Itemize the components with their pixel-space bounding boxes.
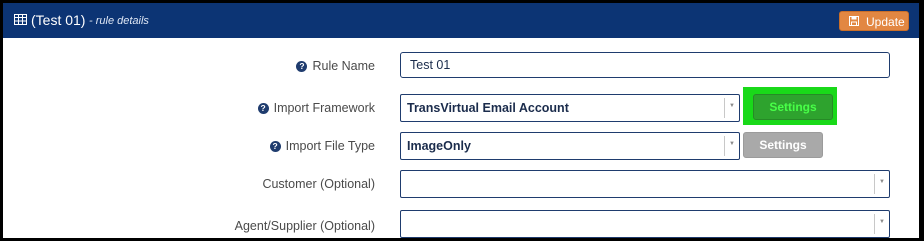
chevron-down-icon[interactable]: ▼ [729,141,735,147]
import-file-type-settings-button[interactable]: Settings [743,132,823,158]
import-framework-select[interactable]: TransVirtual Email Account ▼ [400,94,740,122]
table-icon [14,14,27,25]
chevron-down-icon[interactable]: ▼ [879,219,885,225]
import-file-type-label: ? Import File Type [269,139,375,153]
import-framework-label-text: Import Framework [273,101,375,115]
question-circle-icon[interactable]: ? [296,60,308,72]
rule-name-label-text: Rule Name [312,59,375,73]
page-subtitle: - rule details [89,15,149,27]
page-title: (Test 01) [31,12,86,28]
chevron-down-icon[interactable]: ▼ [879,179,885,185]
question-circle-icon[interactable]: ? [257,102,269,114]
update-button[interactable]: Update [839,11,909,31]
question-circle-icon[interactable]: ? [269,140,281,152]
import-framework-settings-button[interactable]: Settings [753,94,833,120]
rule-name-input[interactable]: Test 01 [400,52,890,78]
customer-label: Customer (Optional) [262,177,375,191]
select-divider [874,214,875,234]
agent-supplier-select[interactable]: ▼ [400,210,890,238]
select-divider [724,136,725,156]
floppy-disk-icon [849,16,859,26]
import-file-type-value: ImageOnly [407,139,471,153]
panel-header: (Test 01) - rule details Update [3,3,919,38]
import-framework-value: TransVirtual Email Account [407,101,569,115]
customer-label-text: Customer (Optional) [262,177,375,191]
chevron-down-icon[interactable]: ▼ [729,103,735,109]
update-button-label: Update [866,15,905,29]
agent-supplier-label: Agent/Supplier (Optional) [235,219,375,233]
select-divider [874,174,875,194]
import-file-type-select[interactable]: ImageOnly ▼ [400,132,740,160]
rule-details-panel: (Test 01) - rule details Update ? Rule N… [3,3,919,238]
customer-select[interactable]: ▼ [400,170,890,198]
import-file-type-label-text: Import File Type [285,139,375,153]
select-divider [724,98,725,118]
import-framework-label: ? Import Framework [257,101,375,115]
agent-supplier-label-text: Agent/Supplier (Optional) [234,219,375,233]
rule-name-label: ? Rule Name [296,59,375,73]
